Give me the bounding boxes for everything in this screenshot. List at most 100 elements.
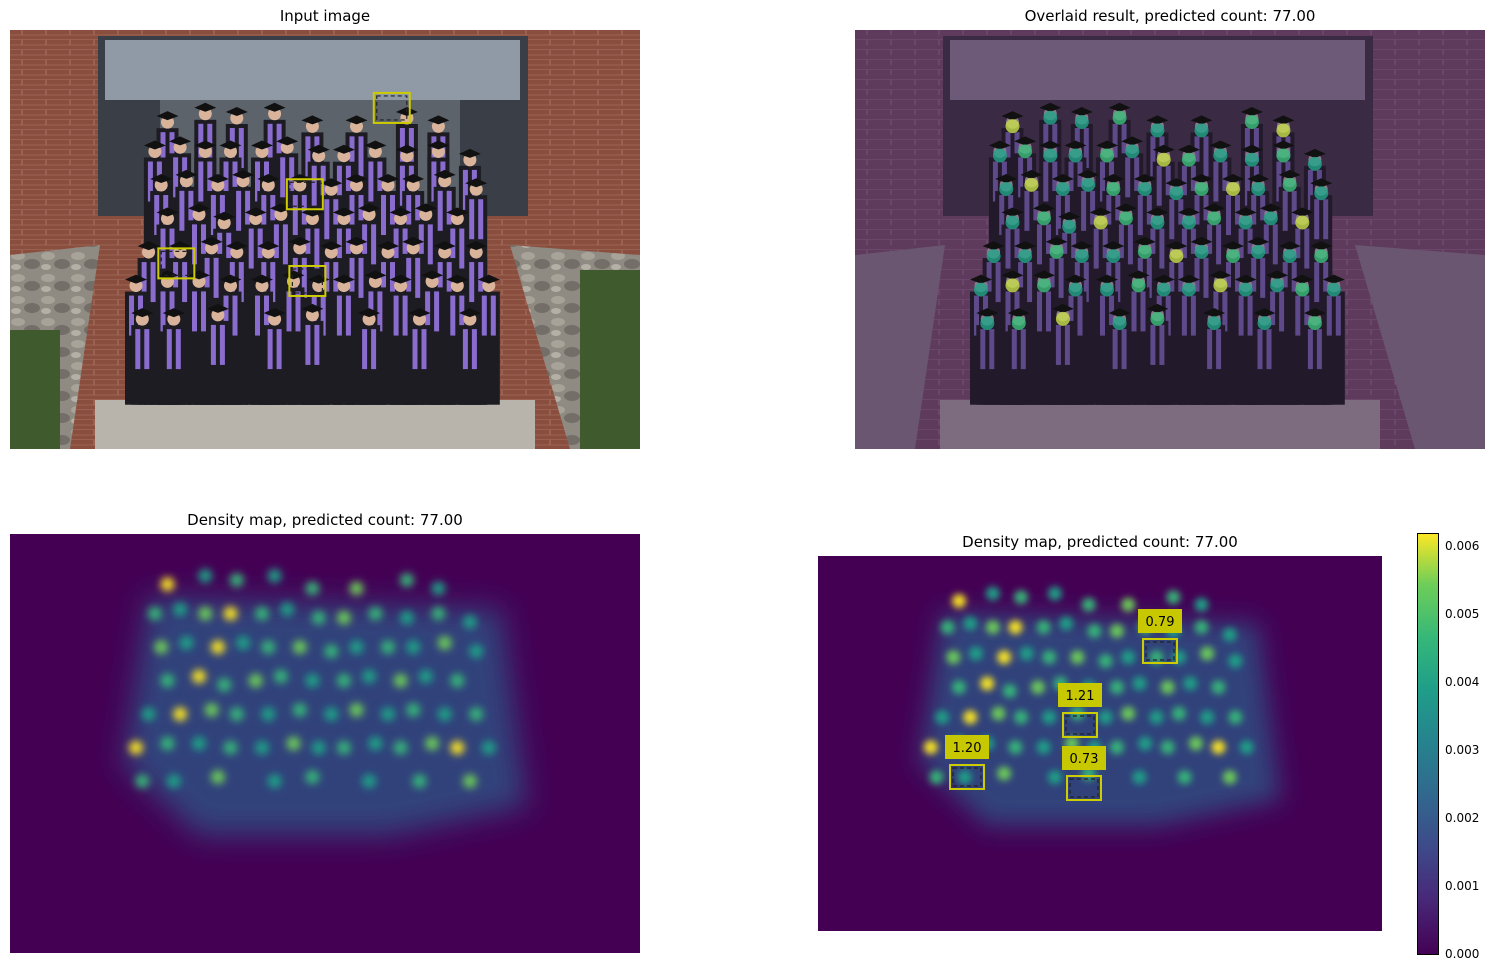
sash: [1304, 228, 1310, 269]
robe: [206, 320, 229, 405]
density-peak: [324, 644, 339, 659]
sash: [213, 257, 219, 298]
density-blob: [1276, 123, 1291, 138]
density-blob: [1326, 282, 1341, 297]
sash: [1307, 329, 1313, 370]
density-peak: [1014, 710, 1029, 725]
robe: [301, 320, 324, 405]
density-peak: [166, 774, 181, 789]
count-label: 1.20: [953, 741, 982, 756]
sash: [150, 262, 156, 303]
density-peak: [1138, 736, 1153, 751]
sash: [267, 329, 273, 370]
sash: [1156, 165, 1162, 206]
density-peak: [462, 614, 477, 629]
density-peak: [198, 606, 213, 621]
sash: [192, 291, 197, 332]
sash: [1150, 324, 1156, 365]
density-peak: [368, 606, 383, 621]
sash: [427, 224, 433, 265]
density-blob: [1295, 282, 1310, 297]
sash: [358, 257, 364, 298]
density-peak: [362, 774, 377, 789]
robe: [1051, 320, 1074, 405]
density-blob: [1181, 282, 1196, 297]
robe: [1007, 325, 1030, 405]
density-peak: [1059, 616, 1074, 631]
density-peak: [198, 568, 213, 583]
sash: [198, 161, 204, 202]
density-peak: [1098, 710, 1113, 725]
density-peak: [1132, 770, 1147, 785]
density-peak: [223, 606, 238, 621]
density-peak: [248, 673, 263, 688]
sash: [1121, 329, 1127, 370]
density-blob: [1276, 148, 1291, 163]
density-peak: [1081, 597, 1096, 612]
sash: [345, 295, 351, 336]
density-peak: [1211, 740, 1226, 755]
density-map-title: Density map, predicted count: 77.00: [187, 511, 463, 529]
density-peak: [450, 673, 465, 688]
density-blob: [1062, 219, 1077, 234]
sash: [1203, 257, 1209, 298]
density-peak: [481, 740, 496, 755]
density-peak: [336, 673, 351, 688]
density-peak: [192, 736, 206, 751]
colorbar-tick-label: 0.001: [1445, 878, 1480, 893]
density-map-boxes-title: Density map, predicted count: 77.00: [962, 533, 1238, 551]
density-peak: [437, 635, 452, 650]
steps: [95, 400, 535, 449]
density-blob: [1112, 110, 1127, 125]
density-peak: [399, 610, 414, 625]
density-peak: [362, 669, 377, 684]
colorbar-tick-label: 0.002: [1445, 810, 1480, 825]
sash: [1216, 329, 1222, 370]
density-peak: [217, 677, 232, 692]
sash: [1159, 324, 1165, 365]
density-peak: [1228, 710, 1243, 725]
density-peak: [412, 774, 427, 789]
density-peak: [292, 702, 307, 717]
density-peak: [418, 669, 433, 684]
density-blob: [1169, 249, 1184, 264]
robe: [1146, 320, 1169, 405]
density-peak: [1188, 736, 1203, 751]
sash: [1077, 295, 1083, 336]
density-peak: [1211, 680, 1226, 695]
density-peak: [147, 606, 162, 621]
sash: [1282, 190, 1288, 231]
sash: [1112, 329, 1118, 370]
sash: [1159, 228, 1165, 269]
sash: [1314, 199, 1320, 240]
robe: [389, 291, 412, 405]
density-blob: [1150, 123, 1165, 138]
robe: [458, 325, 481, 405]
robe: [1203, 325, 1226, 405]
density-peak: [935, 710, 950, 725]
shrubs-left: [10, 330, 60, 449]
sash: [437, 190, 443, 231]
density-peak: [267, 568, 282, 583]
density-blob: [1213, 148, 1228, 163]
density-peak: [997, 766, 1012, 781]
sash: [248, 228, 254, 269]
density-peak: [381, 640, 395, 655]
density-peak: [311, 740, 326, 755]
sash: [459, 228, 465, 269]
sash: [1295, 295, 1301, 336]
density-peak: [210, 770, 225, 785]
density-blob: [1011, 316, 1026, 331]
density-blob: [1137, 244, 1152, 259]
sash: [166, 329, 172, 370]
overlay-title: Overlaid result, predicted count: 77.00: [1024, 7, 1316, 25]
density-peak: [273, 669, 288, 684]
density-blob: [1106, 249, 1121, 264]
input-image-panel: [10, 30, 640, 449]
colorbar-tick-label: 0.003: [1445, 742, 1480, 757]
density-peak: [292, 640, 307, 655]
density-map-boxes-panel: 0.79 1.21 1.20 0.73: [818, 556, 1382, 931]
sash: [412, 329, 418, 370]
colorbar-tick-label: 0.006: [1445, 538, 1480, 553]
density-blob: [1194, 182, 1209, 197]
